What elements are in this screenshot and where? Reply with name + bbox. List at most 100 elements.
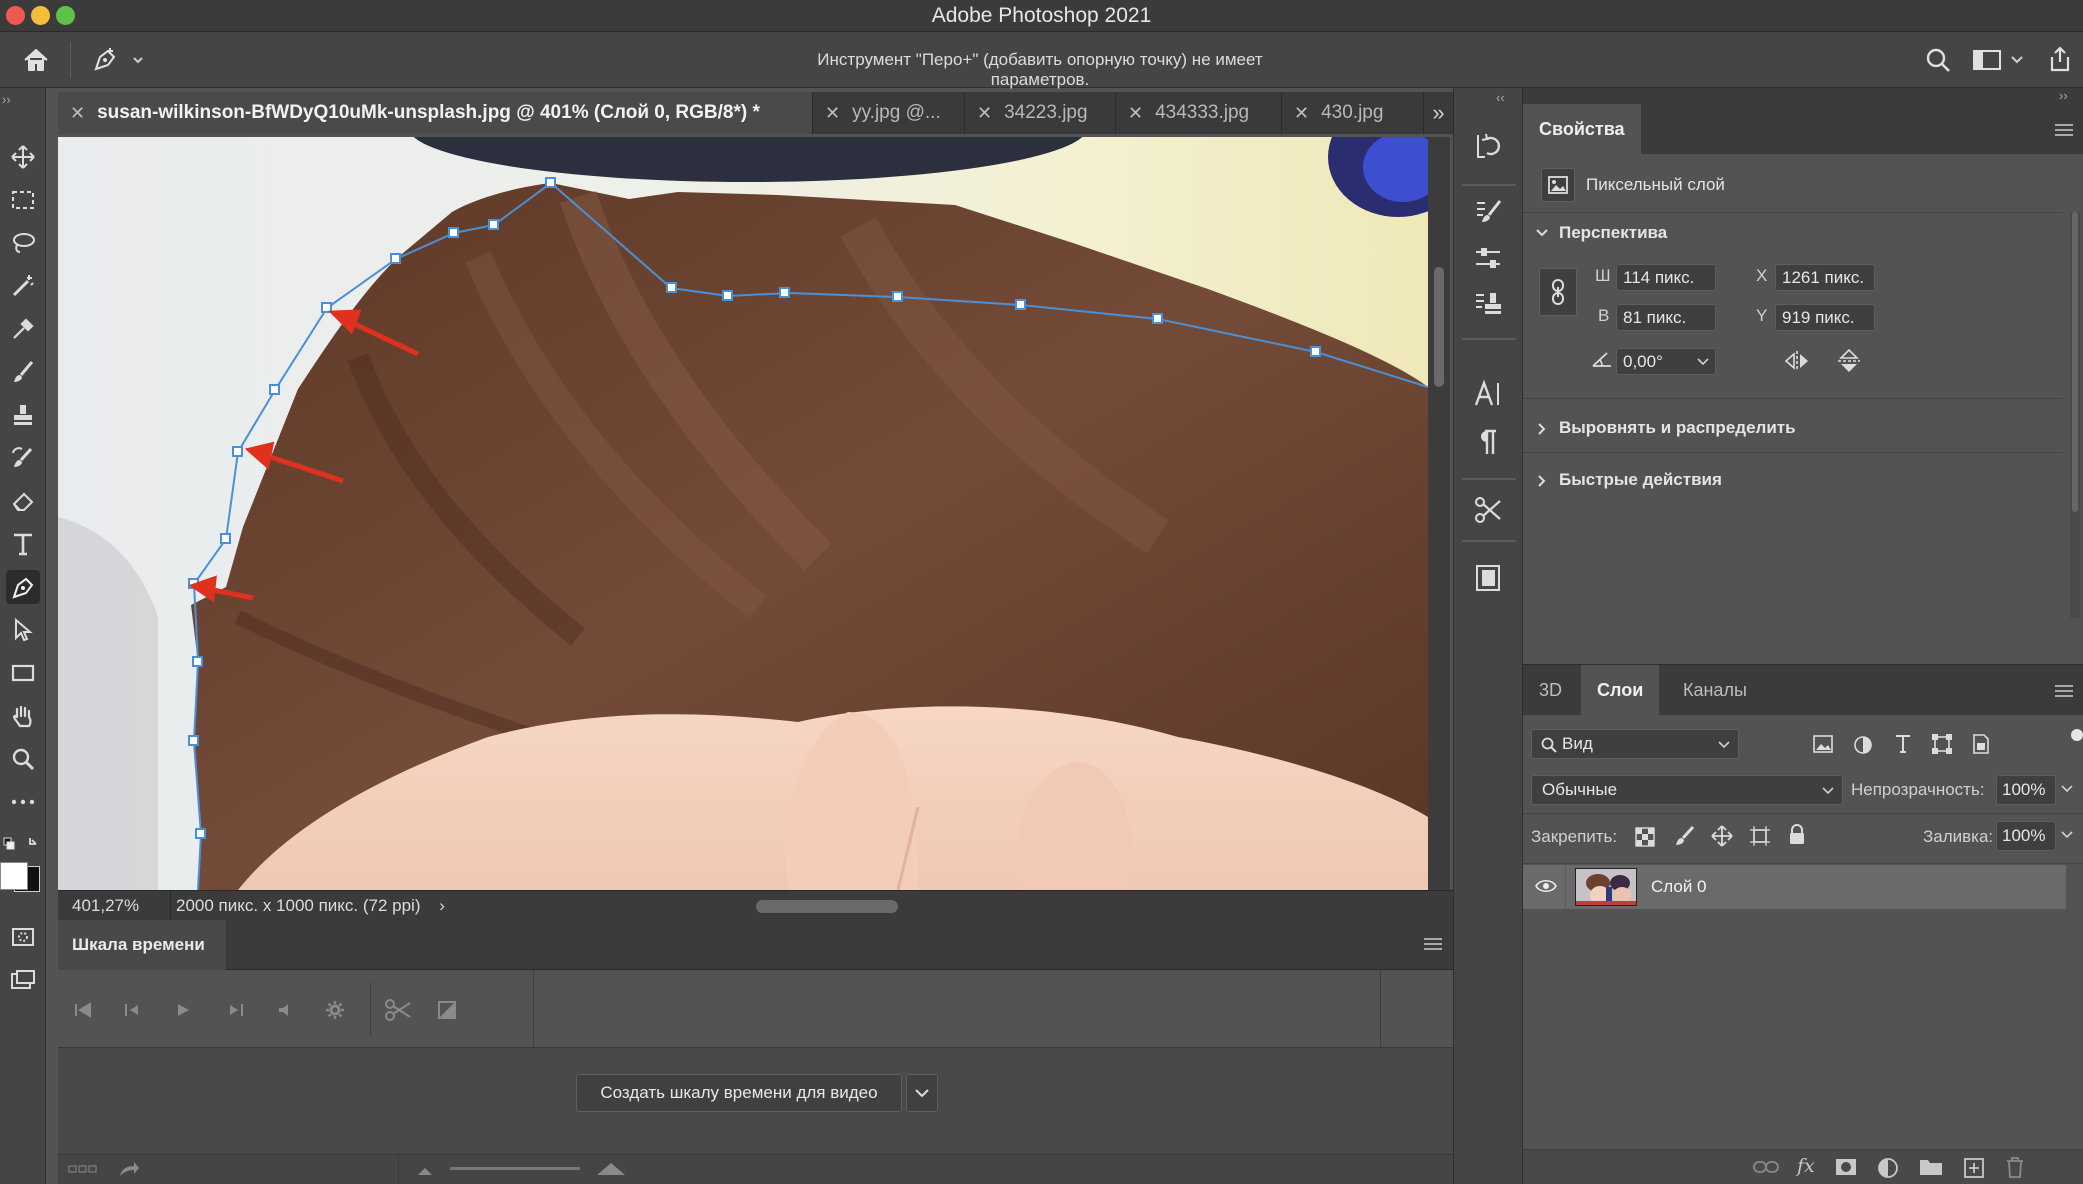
fill-chevron-down-icon[interactable] (2061, 831, 2073, 839)
visibility-eye-icon[interactable] (1535, 879, 1557, 893)
panel-menu-icon[interactable] (1424, 938, 1442, 950)
clone-source-icon[interactable] (1468, 284, 1508, 324)
chevron-down-icon[interactable] (1535, 228, 1549, 238)
default-colors-icon[interactable] (2, 834, 42, 864)
go-to-first-frame-icon[interactable] (68, 996, 98, 1024)
tab-3d[interactable]: 3D (1523, 665, 1578, 715)
zoom-in-mountain-icon[interactable] (596, 1161, 626, 1177)
lock-pixels-brush-icon[interactable] (1673, 825, 1695, 847)
next-frame-icon[interactable] (220, 996, 250, 1024)
lock-artboard-icon[interactable] (1749, 825, 1771, 847)
tab-layers[interactable]: Слои (1581, 665, 1660, 715)
height-field[interactable]: 81 пикс. (1616, 304, 1716, 331)
screen-mode-icon[interactable] (6, 963, 40, 997)
foreground-color-swatch[interactable] (0, 862, 28, 890)
tab-document-5[interactable]: ✕ 430.jpg (1282, 92, 1424, 134)
opacity-chevron-down-icon[interactable] (2061, 785, 2073, 793)
zoom-level[interactable]: 401,27% (72, 896, 170, 916)
tab-document-4[interactable]: ✕ 434333.jpg (1116, 92, 1282, 134)
blend-mode-dropdown[interactable]: Обычные (1531, 775, 1843, 805)
close-tab-icon[interactable]: ✕ (1294, 103, 1309, 124)
magic-wand-icon[interactable] (6, 269, 40, 303)
adjustments-sliders-icon[interactable] (1468, 238, 1508, 278)
perspective-section-title[interactable]: Перспектива (1559, 223, 1667, 243)
render-video-icon[interactable] (118, 1160, 140, 1178)
tab-channels[interactable]: Каналы (1667, 665, 1763, 715)
settings-gear-icon[interactable] (320, 996, 350, 1024)
tab-document-1[interactable]: ✕ susan-wilkinson-BfWDyQ10uMk-unsplash.j… (58, 92, 813, 134)
filter-shape-icon[interactable] (1931, 733, 1953, 755)
panel-menu-icon[interactable] (2055, 124, 2073, 136)
document-canvas[interactable] (58, 137, 1428, 890)
home-icon[interactable] (18, 44, 54, 76)
move-tool-icon[interactable] (6, 140, 40, 174)
brush-tool-icon[interactable] (6, 355, 40, 389)
layer-row[interactable]: Слой 0 (1523, 865, 2066, 909)
align-distribute-section-title[interactable]: Выровнять и распределить (1559, 418, 1796, 438)
audio-icon[interactable] (270, 996, 300, 1024)
share-icon[interactable] (2044, 42, 2076, 76)
add-mask-icon[interactable] (1835, 1158, 1857, 1176)
lock-position-icon[interactable] (1711, 825, 1733, 847)
frame-animation-icon[interactable] (68, 1161, 98, 1177)
tools-scissors-icon[interactable] (1468, 490, 1508, 530)
lock-all-icon[interactable] (1787, 823, 1807, 847)
zoom-tool-icon[interactable] (6, 742, 40, 776)
y-field[interactable]: 919 пикс. (1775, 304, 1875, 331)
timeline-type-dropdown[interactable] (906, 1074, 938, 1112)
lasso-tool-icon[interactable] (6, 226, 40, 260)
create-video-timeline-button[interactable]: Создать шкалу времени для видео (576, 1074, 902, 1112)
vertical-scrollbar[interactable] (1428, 137, 1450, 890)
panel-menu-icon[interactable] (2055, 685, 2073, 697)
chevron-right-icon[interactable] (1537, 474, 1547, 488)
quick-mask-icon[interactable] (6, 920, 40, 954)
tab-properties[interactable]: Свойства (1523, 104, 1641, 154)
filter-type-icon[interactable] (1893, 733, 1913, 755)
properties-scroll-thumb[interactable] (2072, 212, 2078, 512)
rectangle-tool-icon[interactable] (6, 656, 40, 690)
history-brush-icon[interactable] (6, 441, 40, 475)
scissors-icon[interactable] (383, 996, 413, 1024)
delete-layer-trash-icon[interactable] (2005, 1156, 2025, 1178)
close-tab-icon[interactable]: ✕ (825, 103, 840, 124)
zoom-out-mountain-icon[interactable] (416, 1165, 434, 1177)
brush-settings-icon[interactable] (1468, 192, 1508, 232)
previous-frame-icon[interactable] (118, 996, 148, 1024)
add-layer-style-icon[interactable]: fx (1797, 1155, 1815, 1177)
more-tools-icon[interactable] (6, 785, 40, 819)
eraser-tool-icon[interactable] (6, 484, 40, 518)
timeline-zoom-slider[interactable] (450, 1167, 580, 1170)
libraries-icon[interactable] (1468, 558, 1508, 598)
width-field[interactable]: 114 пикс. (1616, 264, 1716, 291)
filter-pixel-icon[interactable] (1813, 735, 1833, 753)
quick-actions-section-title[interactable]: Быстрые действия (1559, 470, 1722, 490)
hand-tool-icon[interactable] (6, 699, 40, 733)
pen-tool-icon[interactable] (6, 570, 40, 604)
properties-scrollbar[interactable] (2070, 212, 2080, 618)
paragraph-panel-icon[interactable] (1468, 422, 1508, 462)
tab-document-2[interactable]: ✕ yy.jpg @... (813, 92, 965, 134)
close-tab-icon[interactable]: ✕ (977, 103, 992, 124)
link-dimensions-button[interactable] (1539, 268, 1577, 316)
new-group-folder-icon[interactable] (1919, 1158, 1943, 1176)
close-tab-icon[interactable]: ✕ (1128, 103, 1143, 124)
tool-preset-picker[interactable] (88, 42, 148, 78)
layer-thumbnail[interactable] (1575, 868, 1637, 906)
document-info[interactable]: 2000 пикс. x 1000 пикс. (72 ppi) › (166, 896, 445, 916)
collapse-chevron-icon[interactable]: ›› (2, 92, 11, 107)
transition-icon[interactable] (432, 996, 462, 1024)
angle-field[interactable]: 0,00° (1616, 348, 1716, 375)
filter-toggle[interactable] (2071, 729, 2083, 759)
status-chevron-icon[interactable]: › (439, 896, 445, 915)
flip-vertical-icon[interactable] (1837, 348, 1861, 374)
x-field[interactable]: 1261 пикс. (1775, 264, 1875, 291)
fill-field[interactable]: 100% (1996, 821, 2056, 851)
filter-adjustment-icon[interactable] (1853, 735, 1873, 755)
type-tool-icon[interactable] (6, 527, 40, 561)
link-layers-icon[interactable] (1753, 1160, 1779, 1174)
path-selection-icon[interactable] (6, 613, 40, 647)
collapse-chevron-icon[interactable]: ›› (2059, 88, 2068, 103)
play-icon[interactable] (168, 996, 198, 1024)
stamp-tool-icon[interactable] (6, 398, 40, 432)
timeline-tab[interactable]: Шкала времени (58, 920, 226, 970)
